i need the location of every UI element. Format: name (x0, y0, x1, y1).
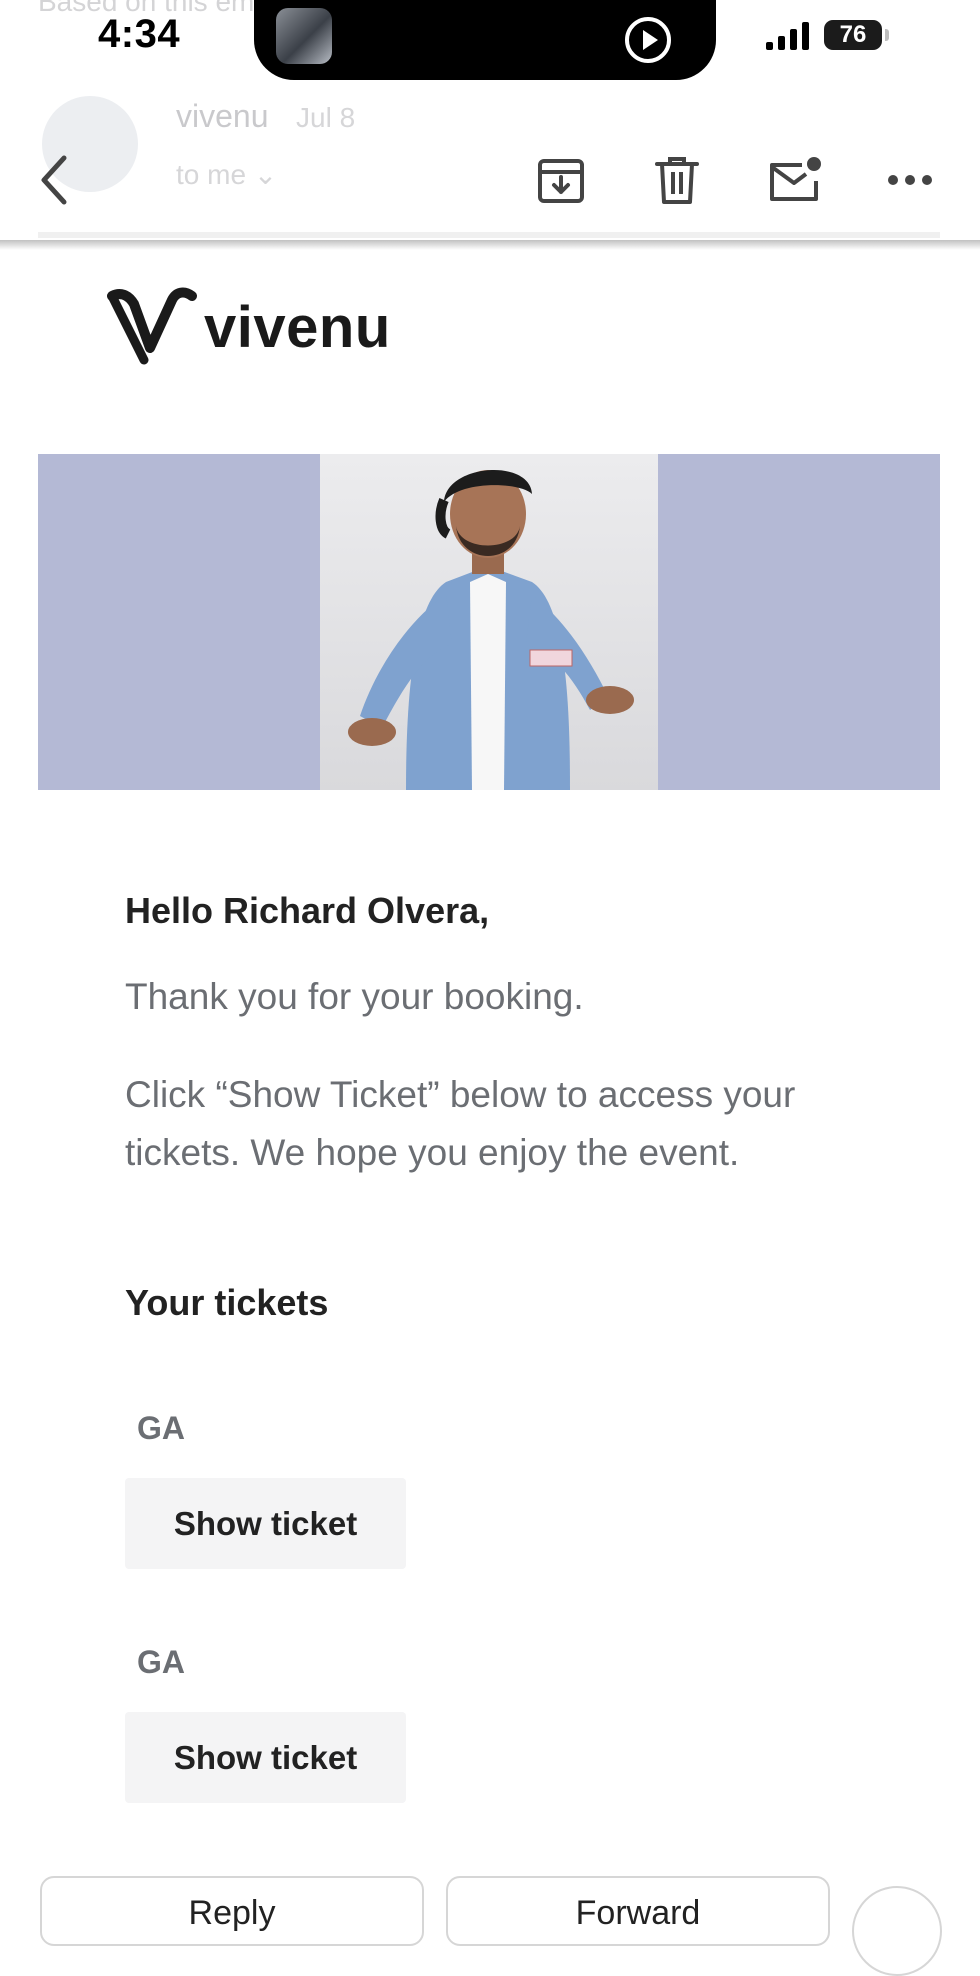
thanks-text: Thank you for your booking. (125, 976, 584, 1017)
vivenu-logo-icon (107, 287, 197, 365)
instructions-text: Click “Show Ticket” below to access your… (125, 1074, 796, 1173)
greeting: Hello Richard Olvera, (125, 890, 490, 931)
back-button[interactable] (22, 148, 86, 212)
event-banner (38, 454, 940, 790)
more-icon (888, 175, 932, 185)
emoji-reaction-button[interactable] (852, 1886, 942, 1976)
more-button[interactable] (878, 148, 942, 212)
show-ticket-button[interactable]: Show ticket (125, 1712, 406, 1803)
artist-photo (320, 454, 658, 790)
battery-icon: 76 (824, 20, 882, 50)
tickets-heading: Your tickets (125, 1282, 329, 1323)
archive-button[interactable] (529, 148, 593, 212)
signal-icon (766, 22, 812, 55)
archive-icon (538, 159, 584, 203)
forward-button[interactable]: Forward (446, 1876, 830, 1946)
toolbar-shadow (0, 240, 980, 250)
status-time: 4:34 (98, 12, 181, 56)
show-ticket-button[interactable]: Show ticket (125, 1478, 406, 1569)
vivenu-logo: vivenu (106, 286, 391, 368)
mark-unread-button[interactable] (762, 148, 826, 212)
dynamic-island[interactable] (254, 0, 716, 80)
ticket-type: GA (137, 1644, 185, 1680)
ticket-type: GA (137, 1410, 185, 1446)
reply-button[interactable]: Reply (40, 1876, 424, 1946)
logo-text: vivenu (204, 294, 391, 360)
back-icon (41, 155, 67, 205)
mark-unread-icon (770, 157, 821, 201)
email-toolbar (0, 130, 980, 240)
delete-button[interactable] (645, 148, 709, 212)
now-playing-artwork (276, 8, 332, 64)
play-icon (622, 14, 674, 71)
battery-tip (885, 29, 889, 41)
trash-icon (655, 157, 699, 204)
